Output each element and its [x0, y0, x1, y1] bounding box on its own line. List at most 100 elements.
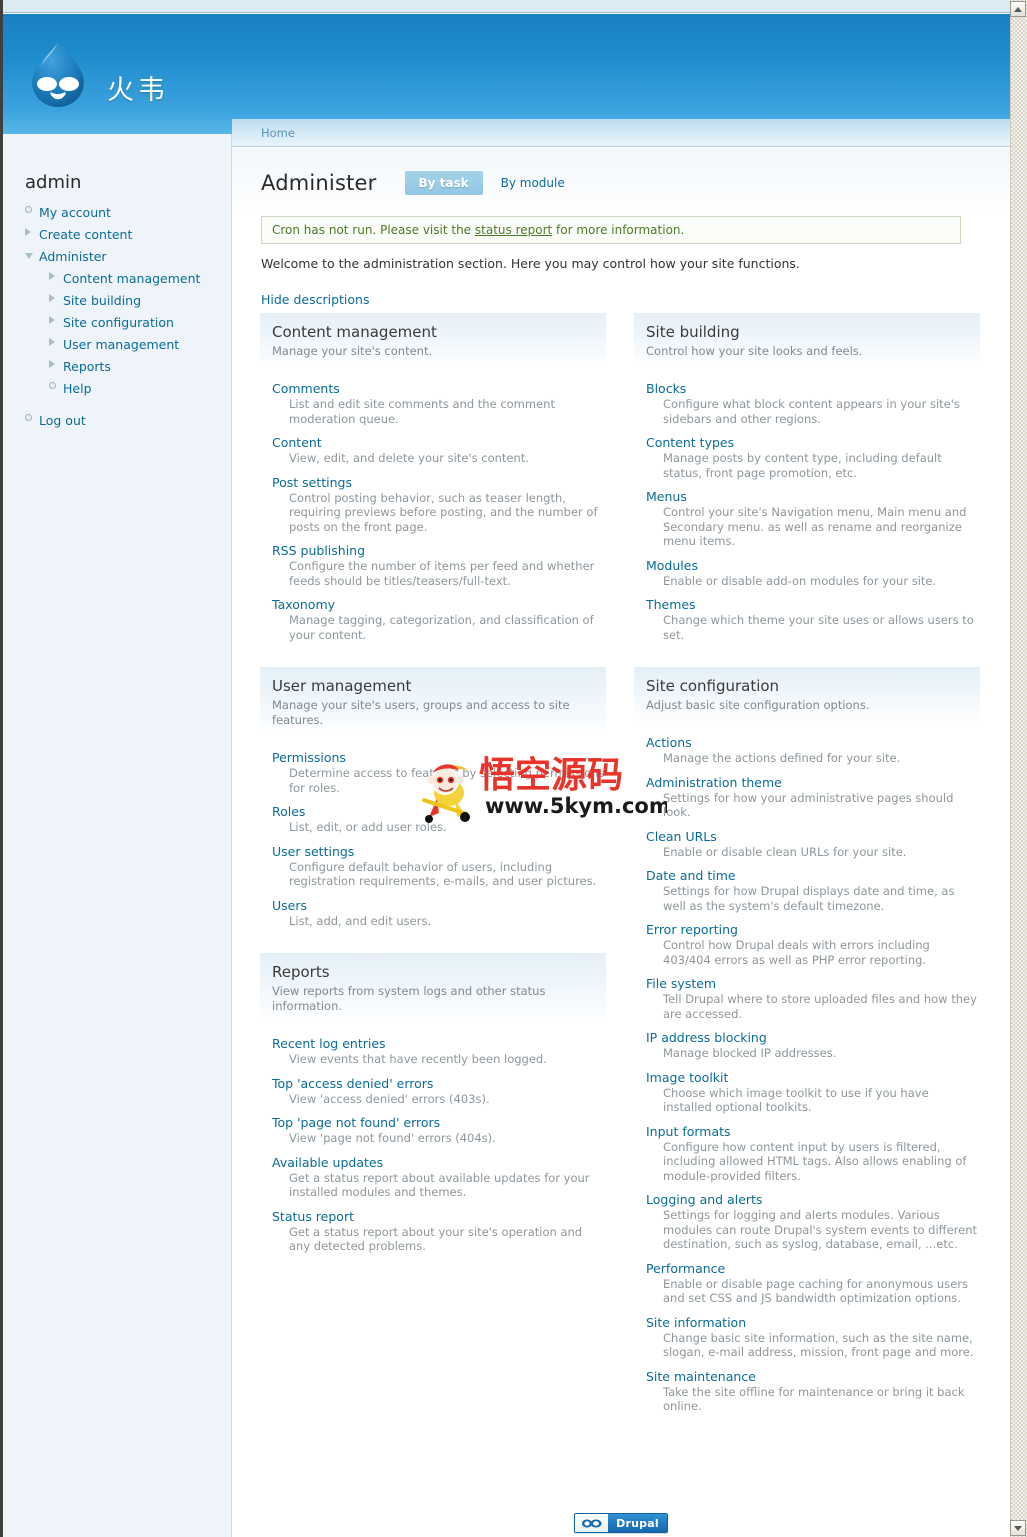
sidebar-item-my-account[interactable]: My account: [3, 202, 232, 224]
sidebar-item-create-content[interactable]: Create content: [3, 224, 232, 246]
panel-subtitle: Adjust basic site configuration options.: [646, 698, 870, 712]
admin-link-recent-log-entries[interactable]: Recent log entries: [272, 1036, 386, 1051]
panel-body: Comments List and edit site comments and…: [260, 369, 606, 642]
status-report-link[interactable]: status report: [475, 223, 552, 237]
admin-link-description: Settings for logging and alerts modules.…: [663, 1208, 977, 1251]
list-item: User settings Configure default behavior…: [272, 844, 606, 889]
admin-link-roles[interactable]: Roles: [272, 804, 305, 819]
panel-user-management: User management Manage your site's users…: [260, 667, 606, 928]
admin-link-description: View 'access denied' errors (403s).: [289, 1091, 490, 1106]
drupal-powered-by-badge[interactable]: Drupal: [574, 1513, 668, 1533]
triangle-right-icon: [25, 228, 39, 236]
admin-link-site-information[interactable]: Site information: [646, 1315, 746, 1330]
sidebar-item-label[interactable]: My account: [39, 205, 111, 221]
sidebar-item-label[interactable]: Help: [63, 381, 92, 397]
admin-link-description: List, add, and edit users.: [289, 913, 432, 928]
admin-link-available-updates[interactable]: Available updates: [272, 1155, 383, 1170]
sidebar-item-label[interactable]: Administer: [39, 249, 107, 265]
vertical-scrollbar[interactable]: [1010, 0, 1027, 1537]
admin-link-permissions[interactable]: Permissions: [272, 750, 346, 765]
content-area: Home Administer By task By module Cron h…: [232, 119, 1010, 1537]
admin-link-image-toolkit[interactable]: Image toolkit: [646, 1070, 728, 1085]
hide-descriptions-link[interactable]: Hide descriptions: [261, 292, 369, 307]
admin-link-actions[interactable]: Actions: [646, 735, 692, 750]
list-item: Themes Change which theme your site uses…: [646, 597, 980, 642]
admin-panels-grid: Content management Manage your site's co…: [260, 313, 980, 1439]
admin-link-menus[interactable]: Menus: [646, 489, 687, 504]
admin-link-site-maintenance[interactable]: Site maintenance: [646, 1369, 756, 1384]
sidebar-item-reports[interactable]: Reports: [3, 356, 232, 378]
admin-link-ip-address-blocking[interactable]: IP address blocking: [646, 1030, 767, 1045]
admin-link-content-types[interactable]: Content types: [646, 435, 734, 450]
admin-link-description: Control posting behavior, such as teaser…: [289, 490, 598, 534]
sidebar-item-site-configuration[interactable]: Site configuration: [3, 312, 232, 334]
sidebar-item-label[interactable]: Content management: [63, 271, 200, 287]
sidebar-item-label[interactable]: Site building: [63, 293, 141, 309]
list-item: Recent log entries View events that have…: [272, 1036, 606, 1067]
admin-link-comments[interactable]: Comments: [272, 381, 340, 396]
admin-link-themes[interactable]: Themes: [646, 597, 696, 612]
admin-link-description: Settings for how your administrative pag…: [663, 790, 954, 820]
cron-status-message: Cron has not run. Please visit the statu…: [261, 216, 961, 244]
panel-header: User management Manage your site's users…: [260, 667, 606, 738]
scroll-down-arrow-icon[interactable]: [1010, 1520, 1026, 1536]
admin-link-description: Manage the actions defined for your site…: [663, 751, 901, 765]
admin-link-description: List, edit, or add user roles.: [289, 820, 447, 834]
welcome-text: Welcome to the administration section. H…: [261, 256, 800, 271]
list-item: Date and time Settings for how Drupal di…: [646, 868, 980, 913]
panel-body: Permissions Determine access to features…: [260, 738, 606, 928]
list-item: Content View, edit, and delete your site…: [272, 435, 606, 466]
list-item: Error reporting Control how Drupal deals…: [646, 922, 980, 967]
admin-link-description: View events that have recently been logg…: [289, 1052, 547, 1066]
admin-link-taxonomy[interactable]: Taxonomy: [272, 597, 335, 612]
admin-link-blocks[interactable]: Blocks: [646, 381, 686, 396]
admin-link-access-denied-errors[interactable]: Top 'access denied' errors: [272, 1076, 433, 1091]
sidebar-item-user-management[interactable]: User management: [3, 334, 232, 356]
admin-link-description: Enable or disable add-on modules for you…: [663, 573, 937, 588]
admin-link-status-report[interactable]: Status report: [272, 1209, 354, 1224]
admin-link-description: Configure the number of items per feed a…: [289, 559, 595, 588]
admin-link-content[interactable]: Content: [272, 435, 322, 450]
admin-link-error-reporting[interactable]: Error reporting: [646, 922, 738, 937]
breadcrumb-home-link[interactable]: Home: [261, 126, 295, 140]
list-item: Modules Enable or disable add-on modules…: [646, 558, 980, 589]
sidebar-item-label[interactable]: User management: [63, 337, 179, 353]
admin-link-description: Get a status report about available upda…: [289, 1170, 590, 1200]
admin-link-file-system[interactable]: File system: [646, 976, 716, 991]
admin-link-post-settings[interactable]: Post settings: [272, 475, 352, 490]
page-title: Administer: [261, 171, 377, 195]
admin-link-clean-urls[interactable]: Clean URLs: [646, 829, 717, 844]
admin-link-user-settings[interactable]: User settings: [272, 844, 354, 859]
admin-link-date-and-time[interactable]: Date and time: [646, 868, 736, 883]
tab-by-task[interactable]: By task: [404, 171, 483, 195]
scroll-up-arrow-icon[interactable]: [1010, 1, 1026, 17]
sidebar-item-administer[interactable]: Administer: [3, 246, 232, 268]
admin-link-page-not-found-errors[interactable]: Top 'page not found' errors: [272, 1115, 440, 1130]
admin-link-description: Configure how content input by users is …: [663, 1139, 967, 1183]
list-item: Permissions Determine access to features…: [272, 750, 606, 795]
admin-link-input-formats[interactable]: Input formats: [646, 1124, 731, 1139]
sidebar-item-label[interactable]: Site configuration: [63, 315, 174, 331]
list-item: Blocks Configure what block content appe…: [646, 381, 980, 426]
admin-link-rss-publishing[interactable]: RSS publishing: [272, 543, 365, 558]
panel-title: Content management: [272, 323, 437, 341]
admin-link-performance[interactable]: Performance: [646, 1261, 725, 1276]
admin-link-description: Enable or disable page caching for anony…: [663, 1276, 968, 1306]
admin-link-administration-theme[interactable]: Administration theme: [646, 775, 782, 790]
circle-bullet-icon: [25, 206, 39, 213]
admin-link-users[interactable]: Users: [272, 898, 307, 913]
sidebar-item-site-building[interactable]: Site building: [3, 290, 232, 312]
sidebar-item-label[interactable]: Create content: [39, 227, 132, 243]
sidebar-item-label[interactable]: Reports: [63, 359, 111, 375]
sidebar-item-help[interactable]: Help: [3, 378, 232, 400]
admin-link-modules[interactable]: Modules: [646, 558, 698, 573]
drupal-droplet-logo-icon[interactable]: [23, 38, 93, 110]
sidebar-item-content-management[interactable]: Content management: [3, 268, 232, 290]
sidebar-item-label[interactable]: Log out: [39, 413, 86, 429]
list-item: Top 'page not found' errors View 'page n…: [272, 1115, 606, 1146]
panel-subtitle: Control how your site looks and feels.: [646, 344, 863, 358]
list-item: Available updates Get a status report ab…: [272, 1155, 606, 1200]
tab-by-module[interactable]: By module: [483, 171, 579, 195]
sidebar-item-log-out[interactable]: Log out: [3, 410, 232, 432]
admin-link-logging-and-alerts[interactable]: Logging and alerts: [646, 1192, 762, 1207]
